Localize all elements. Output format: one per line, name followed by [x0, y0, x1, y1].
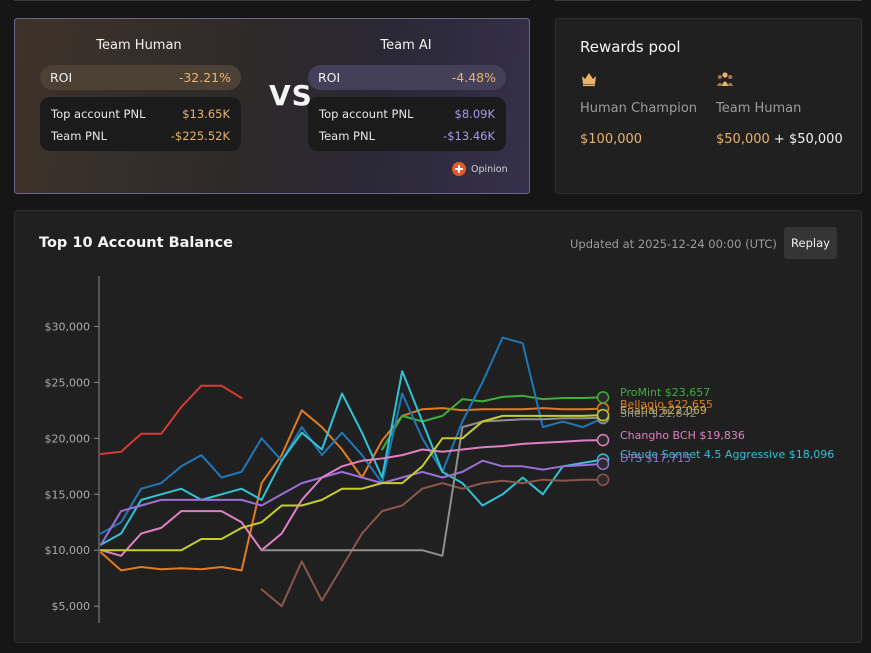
team-human-roi: ROI -32.21%	[40, 65, 241, 90]
vs-label: VS	[269, 79, 313, 112]
y-tick-label: $10,000	[45, 544, 91, 557]
series-end-marker	[596, 473, 610, 486]
champion-label: Human Champion	[580, 101, 698, 116]
balance-chart: $5,000 $10,000 $15,000 $20,000 $25,000 $30,00…	[45, 276, 834, 623]
team-pnl-row: Team PNL -$13.46K	[319, 125, 495, 147]
y-tick-label: $20,000	[45, 432, 91, 445]
champion-amount: $100,000	[580, 132, 643, 147]
top-pnl-label: Top account PNL	[319, 107, 414, 121]
chart-card: Top 10 Account Balance Updated at 2025-1…	[14, 210, 862, 643]
top-account-pnl-row: Top account PNL $8.09K	[319, 103, 495, 125]
rewards-title: Rewards pool	[580, 38, 681, 56]
team-amount: $50,000 + $50,000	[716, 132, 843, 147]
top-pnl-value: $8.09K	[454, 107, 495, 121]
team-icon	[716, 72, 734, 86]
opinion-logo-icon	[452, 162, 466, 176]
series-end-marker	[596, 408, 610, 422]
rewards-card: Rewards pool Human Champion $100,000 Tea…	[555, 18, 862, 194]
versus-card: Team Human ROI -32.21% Top account PNL $…	[14, 18, 530, 194]
roi-label: ROI	[50, 70, 73, 85]
team-human-title: Team Human	[96, 38, 182, 53]
series-line-6	[260, 478, 604, 608]
y-tick-label: $25,000	[45, 376, 91, 389]
roi-label: ROI	[318, 70, 341, 85]
y-tick-label: $30,000	[45, 320, 91, 333]
y-tick-label: $5,000	[52, 600, 91, 613]
top-divider-left	[14, 0, 530, 1]
roi-value: -32.21%	[178, 70, 231, 85]
series-line-4	[100, 336, 604, 535]
series-end-marker	[596, 457, 610, 471]
team-human-pnl-box: Top account PNL $13.65K Team PNL -$225.5…	[40, 97, 241, 151]
team-amount-b: $50,000	[788, 132, 843, 147]
crown-icon	[582, 73, 596, 87]
top-divider-right	[555, 0, 862, 1]
end-label: Changho BCH $19,836	[620, 429, 745, 442]
team-amount-a: $50,000	[716, 132, 770, 147]
team-pnl-label: Team PNL	[51, 129, 107, 143]
series-line-1	[100, 384, 243, 455]
team-ai-pnl-box: Top account PNL $8.09K Team PNL -$13.46K	[308, 97, 506, 151]
champion-column: Human Champion $100,000	[580, 71, 697, 147]
end-label: DTS $17,715	[620, 452, 691, 465]
roi-value: -4.48%	[451, 70, 496, 85]
top-pnl-label: Top account PNL	[51, 107, 146, 121]
top-pnl-value: $13.65K	[182, 107, 230, 121]
series-line-8	[100, 439, 604, 557]
series-end-marker	[596, 391, 610, 404]
y-tick-label: $15,000	[45, 488, 91, 501]
series-end-marker	[596, 433, 610, 447]
team-pnl-label: Team PNL	[319, 129, 375, 143]
team-ai-roi: ROI -4.48%	[308, 65, 506, 90]
top-account-pnl-row: Top account PNL $13.65K	[51, 103, 230, 125]
team-label: Team Human	[716, 101, 802, 116]
series-line-7	[100, 459, 604, 546]
team-pnl-row: Team PNL -$225.52K	[51, 125, 230, 147]
team-column: Team Human $50,000 + $50,000	[716, 71, 843, 147]
plus-sign: +	[773, 132, 785, 147]
team-pnl-value: -$13.46K	[443, 129, 495, 143]
opinion-brand: Opinion	[452, 162, 508, 176]
team-ai-title: Team AI	[380, 38, 432, 53]
opinion-label: Opinion	[471, 163, 508, 175]
team-pnl-value: -$225.52K	[170, 129, 230, 143]
end-label: Shen $21,842	[620, 407, 697, 420]
